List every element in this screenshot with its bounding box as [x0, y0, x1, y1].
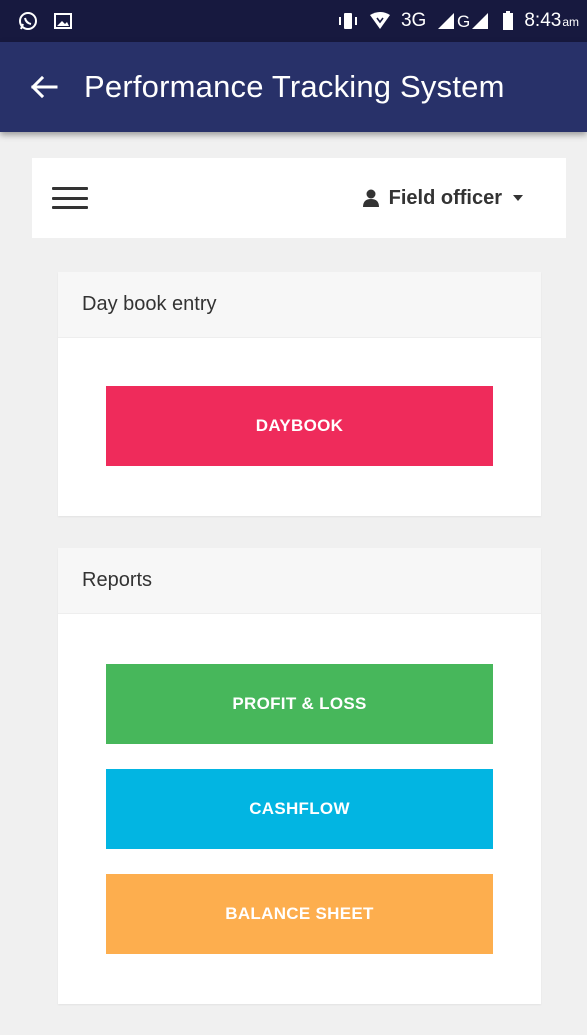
balance-sheet-button[interactable]: BALANCE SHEET	[106, 874, 493, 954]
cashflow-button[interactable]: CASHFLOW	[106, 769, 493, 849]
user-icon	[362, 189, 379, 207]
back-button[interactable]	[0, 42, 70, 132]
daybook-button[interactable]: DAYBOOK	[106, 386, 493, 466]
app-bar: Performance Tracking System	[0, 42, 587, 132]
hamburger-icon[interactable]	[52, 183, 88, 213]
clock-ampm: am	[562, 15, 579, 29]
reports-panel: Reports PROFIT & LOSS CASHFLOW BALANCE S…	[58, 548, 541, 1004]
arrow-left-icon	[30, 75, 58, 99]
network-type: 3G	[400, 10, 427, 31]
whatsapp-icon	[18, 11, 38, 31]
vibrate-icon	[337, 12, 359, 30]
app-title: Performance Tracking System	[84, 69, 505, 104]
profit-loss-button[interactable]: PROFIT & LOSS	[106, 664, 493, 744]
panel-heading: Day book entry	[58, 272, 541, 338]
caret-down-icon	[512, 194, 524, 202]
daybook-panel: Day book entry DAYBOOK	[58, 272, 541, 516]
status-bar: 3G G 8:43am	[0, 0, 587, 42]
signal-icon: G	[436, 12, 492, 30]
image-icon	[54, 13, 72, 29]
panel-heading: Reports	[58, 548, 541, 614]
status-right: 3G G 8:43am	[337, 10, 579, 32]
status-left	[18, 11, 72, 31]
header-card: Field officer	[32, 158, 566, 238]
panel-body: PROFIT & LOSS CASHFLOW BALANCE SHEET	[58, 614, 541, 954]
battery-icon	[502, 11, 514, 31]
panel-body: DAYBOOK	[58, 338, 541, 466]
clock-time: 8:43	[524, 10, 562, 31]
user-dropdown[interactable]: Field officer	[362, 186, 524, 210]
user-label: Field officer	[388, 186, 502, 209]
wifi-icon	[369, 12, 391, 30]
svg-text:G: G	[457, 12, 470, 30]
